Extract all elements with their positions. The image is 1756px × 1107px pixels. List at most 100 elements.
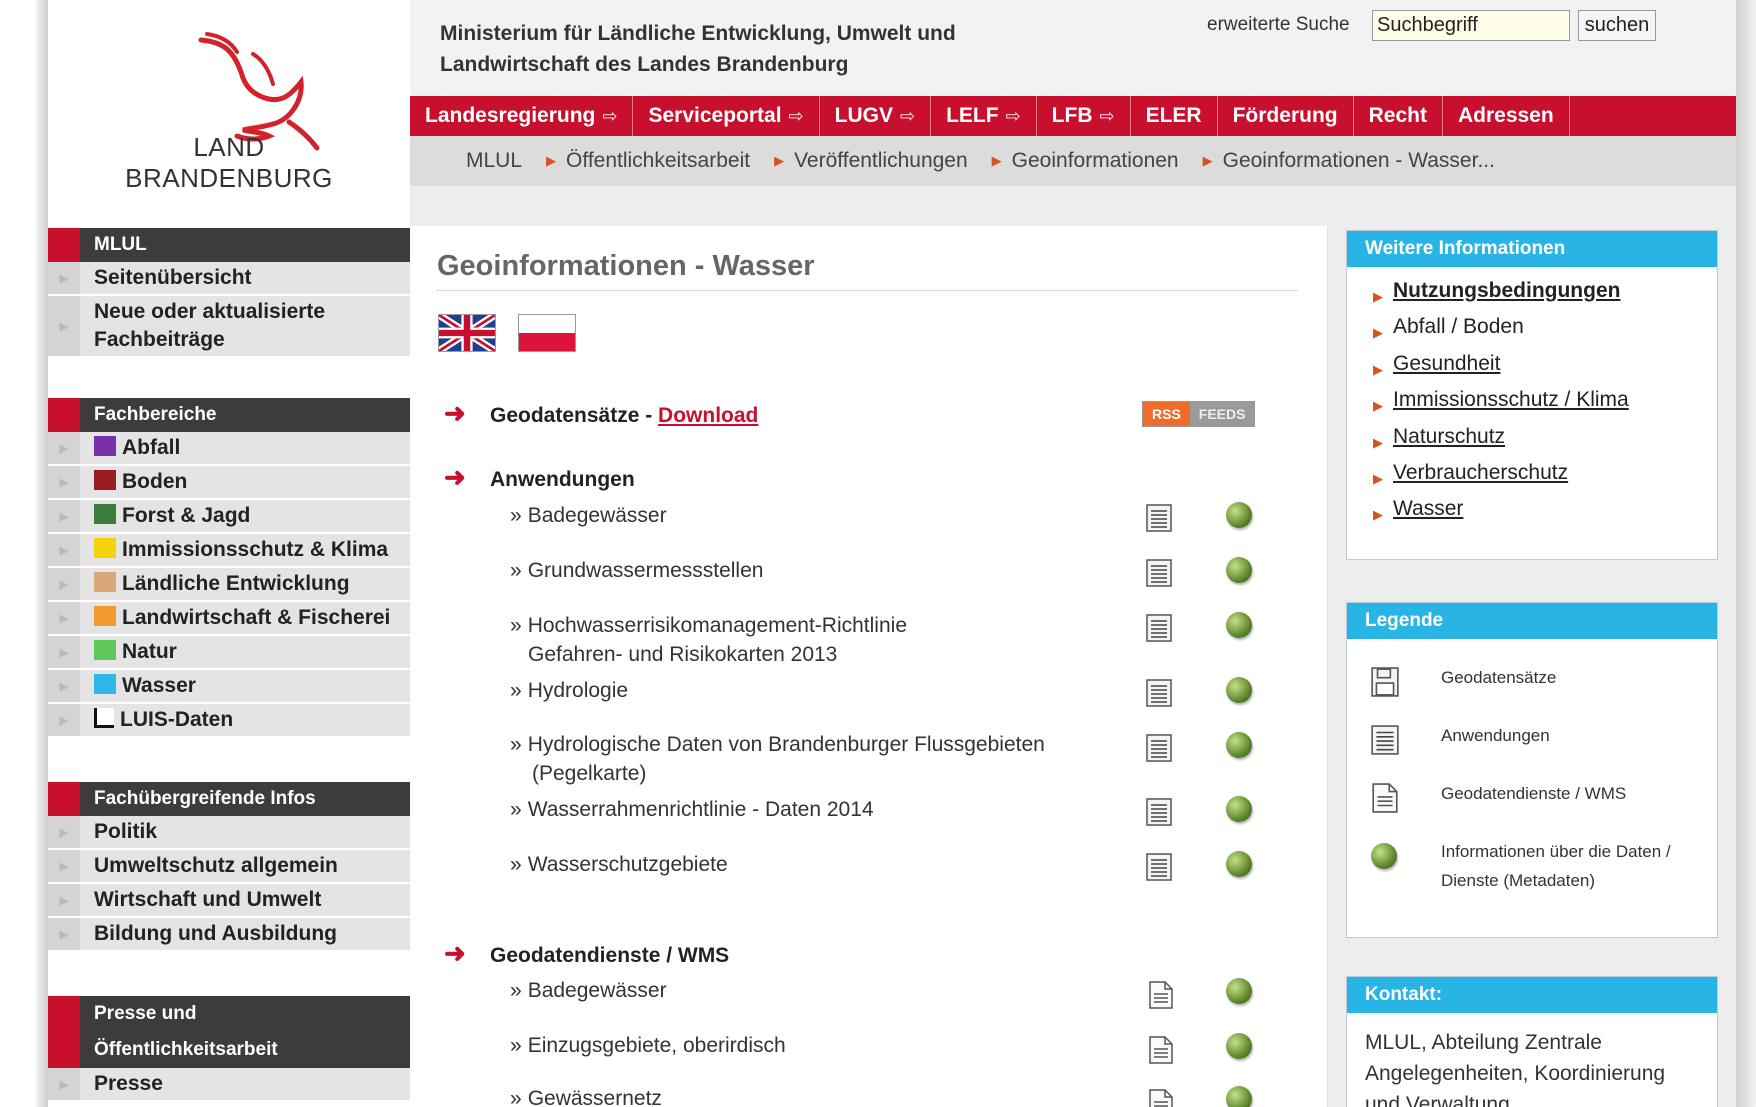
- application-list-icon[interactable]: [1146, 614, 1172, 642]
- breadcrumb-item[interactable]: ▶ Veröffentlichungen: [774, 149, 968, 173]
- color-swatch: [94, 674, 116, 694]
- metadata-globe-icon[interactable]: [1226, 677, 1252, 703]
- luis-icon: [94, 708, 114, 728]
- anwendung-badegewaesser[interactable]: » Badegewässer: [510, 501, 667, 530]
- metadata-globe-icon[interactable]: [1226, 1033, 1252, 1059]
- sidebar-item-label: Seitenübersicht: [94, 266, 252, 289]
- bullet: »: [510, 1034, 522, 1057]
- sidebar-item-laendliche-entwicklung[interactable]: ▶ Ländliche Entwicklung: [48, 568, 410, 602]
- anwendung-grundwassermessstellen[interactable]: » Grundwassermessstellen: [510, 556, 763, 585]
- legende-box: Legende Geodatensätze Anwendungen Geodat…: [1346, 602, 1718, 938]
- chevron-right-icon: ▶: [48, 500, 80, 532]
- breadcrumb-item[interactable]: ▶ Öffentlichkeitsarbeit: [546, 149, 750, 173]
- entry-label-line-1: Hydrologische Daten von Brandenburger Fl…: [527, 733, 1045, 756]
- sidebar-item-seitenuebersicht[interactable]: ▶ Seitenübersicht: [48, 262, 410, 296]
- anwendung-wasserschutzgebiete[interactable]: » Wasserschutzgebiete: [510, 850, 728, 879]
- application-list-icon[interactable]: [1146, 734, 1172, 762]
- anwendung-hydrologie[interactable]: » Hydrologie: [510, 676, 628, 705]
- search-button[interactable]: suchen: [1578, 10, 1656, 41]
- advanced-search-link[interactable]: erweiterte Suche: [1207, 14, 1350, 36]
- info-link-abfall-boden[interactable]: Abfall / Boden: [1393, 315, 1524, 339]
- sidebar-item-text: Immissionsschutz & Klima: [122, 538, 389, 561]
- download-link[interactable]: Download: [658, 404, 758, 427]
- metadata-globe-icon[interactable]: [1226, 502, 1252, 528]
- chevron-right-icon: ▶: [1373, 325, 1383, 340]
- sidebar-item-abfall[interactable]: ▶ Abfall: [48, 432, 410, 466]
- metadata-globe-icon[interactable]: [1226, 978, 1252, 1004]
- wms-document-icon[interactable]: [1148, 981, 1174, 1009]
- wms-gewaessernetz[interactable]: » Gewässernetz: [510, 1084, 662, 1107]
- color-swatch: [94, 572, 116, 592]
- chevron-right-icon: ▶: [48, 262, 80, 294]
- sidebar-item-label: Politik: [94, 820, 158, 843]
- sidebar-item-label: Abfall: [80, 434, 180, 462]
- wms-document-icon[interactable]: [1148, 1036, 1174, 1064]
- brandenburg-logo[interactable]: LAND BRANDENBURG: [48, 0, 410, 228]
- sidebar-item-umweltschutz[interactable]: ▶ Umweltschutz allgemein: [48, 850, 410, 884]
- application-list-icon[interactable]: [1146, 798, 1172, 826]
- metadata-globe-icon[interactable]: [1226, 557, 1252, 583]
- nav-serviceportal[interactable]: Serviceportal ⇨: [633, 96, 820, 136]
- legend-label: Geodatendienste / WMS: [1441, 784, 1627, 803]
- nav-lugv[interactable]: LUGV ⇨: [820, 96, 932, 136]
- chevron-right-icon: ▶: [774, 153, 785, 168]
- metadata-globe-icon[interactable]: [1226, 612, 1252, 638]
- nav-recht[interactable]: Recht: [1354, 96, 1443, 136]
- sidebar-item-natur[interactable]: ▶ Natur: [48, 636, 410, 670]
- sidebar-item-boden[interactable]: ▶ Boden: [48, 466, 410, 500]
- nav-lfb[interactable]: LFB ⇨: [1037, 96, 1131, 136]
- metadata-globe-icon[interactable]: [1226, 796, 1252, 822]
- info-link-gesundheit[interactable]: Gesundheit: [1393, 352, 1500, 376]
- sidebar-item-politik[interactable]: ▶ Politik: [48, 816, 410, 850]
- application-list-icon[interactable]: [1146, 559, 1172, 587]
- sidebar-item-neue-fachbeitraege[interactable]: ▶ Neue oder aktualisierte Fachbeiträge: [48, 296, 410, 358]
- sidebar-item-wasser[interactable]: ▶ Wasser: [48, 670, 410, 704]
- chevron-right-icon: ▶: [1373, 362, 1383, 377]
- sidebar-item-wirtschaft-umwelt[interactable]: ▶ Wirtschaft und Umwelt: [48, 884, 410, 918]
- sidebar-item-bildung[interactable]: ▶ Bildung und Ausbildung: [48, 918, 410, 952]
- anwendung-hydrologische-daten[interactable]: » Hydrologische Daten von Brandenburger F…: [510, 730, 1045, 788]
- chevron-right-icon: ▶: [1373, 471, 1383, 486]
- breadcrumb-item-current: ▶ Geoinformationen - Wasser...: [1203, 149, 1495, 173]
- nav-adressen[interactable]: Adressen: [1443, 96, 1570, 136]
- breadcrumb-item[interactable]: ▶ Geoinformationen: [992, 149, 1179, 173]
- nav-foerderung[interactable]: Förderung: [1218, 96, 1354, 136]
- application-list-icon[interactable]: [1146, 504, 1172, 532]
- anwendung-wasserrahmenrichtlinie[interactable]: » Wasserrahmenrichtlinie - Daten 2014: [510, 795, 874, 824]
- content-band: [410, 186, 1736, 226]
- sidebar-item-text: LUIS-Daten: [120, 708, 234, 731]
- info-link-wasser[interactable]: Wasser: [1393, 497, 1463, 521]
- sidebar-item-immissionsschutz[interactable]: ▶ Immissionsschutz & Klima: [48, 534, 410, 568]
- anwendung-hochwasserrisiko[interactable]: » Hochwasserrisikomanagement-Richtlinie Ge…: [510, 611, 907, 669]
- search-input[interactable]: [1372, 10, 1570, 41]
- sidebar-item-landwirtschaft[interactable]: ▶ Landwirtschaft & Fischerei: [48, 602, 410, 636]
- wms-badegewaesser[interactable]: » Badegewässer: [510, 976, 667, 1005]
- nav-eler[interactable]: ELER: [1131, 96, 1218, 136]
- poland-flag-icon[interactable]: [518, 314, 576, 352]
- chevron-right-icon: ▶: [48, 670, 80, 702]
- sidebar-item-luis-daten[interactable]: ▶ LUIS-Daten: [48, 704, 410, 738]
- uk-flag-icon[interactable]: [438, 314, 496, 352]
- breadcrumb-item[interactable]: MLUL: [466, 149, 522, 173]
- sidebar-item-forst-jagd[interactable]: ▶ Forst & Jagd: [48, 500, 410, 534]
- info-link-nutzungsbedingungen[interactable]: Nutzungsbedingungen: [1393, 279, 1620, 303]
- wms-document-icon[interactable]: [1148, 1089, 1174, 1107]
- entry-label-line-2: Gefahren- und Risikokarten 2013: [528, 643, 838, 666]
- sidebar-item-presse[interactable]: ▶ Presse: [48, 1068, 410, 1102]
- nav-lelf[interactable]: LELF ⇨: [931, 96, 1037, 136]
- info-link-verbraucherschutz[interactable]: Verbraucherschutz: [1393, 461, 1568, 485]
- rss-feeds-button[interactable]: RSS FEEDS: [1142, 401, 1256, 427]
- wms-einzugsgebiete[interactable]: » Einzugsgebiete, oberirdisch: [510, 1031, 786, 1060]
- metadata-globe-icon[interactable]: [1226, 732, 1252, 758]
- heading-label: Fachübergreifende Infos: [94, 788, 316, 809]
- application-list-icon[interactable]: [1146, 679, 1172, 707]
- metadata-globe-icon[interactable]: [1226, 1086, 1252, 1107]
- page-shadow-right: [1736, 0, 1756, 1107]
- sidebar-item-label: Wirtschaft und Umwelt: [94, 888, 322, 911]
- nav-landesregierung[interactable]: Landesregierung ⇨: [410, 96, 634, 136]
- sidebar-heading-mlul: MLUL: [48, 228, 410, 262]
- info-link-immissionsschutz[interactable]: Immissionsschutz / Klima: [1393, 388, 1629, 412]
- metadata-globe-icon[interactable]: [1226, 851, 1252, 877]
- application-list-icon[interactable]: [1146, 853, 1172, 881]
- info-link-naturschutz[interactable]: Naturschutz: [1393, 425, 1505, 449]
